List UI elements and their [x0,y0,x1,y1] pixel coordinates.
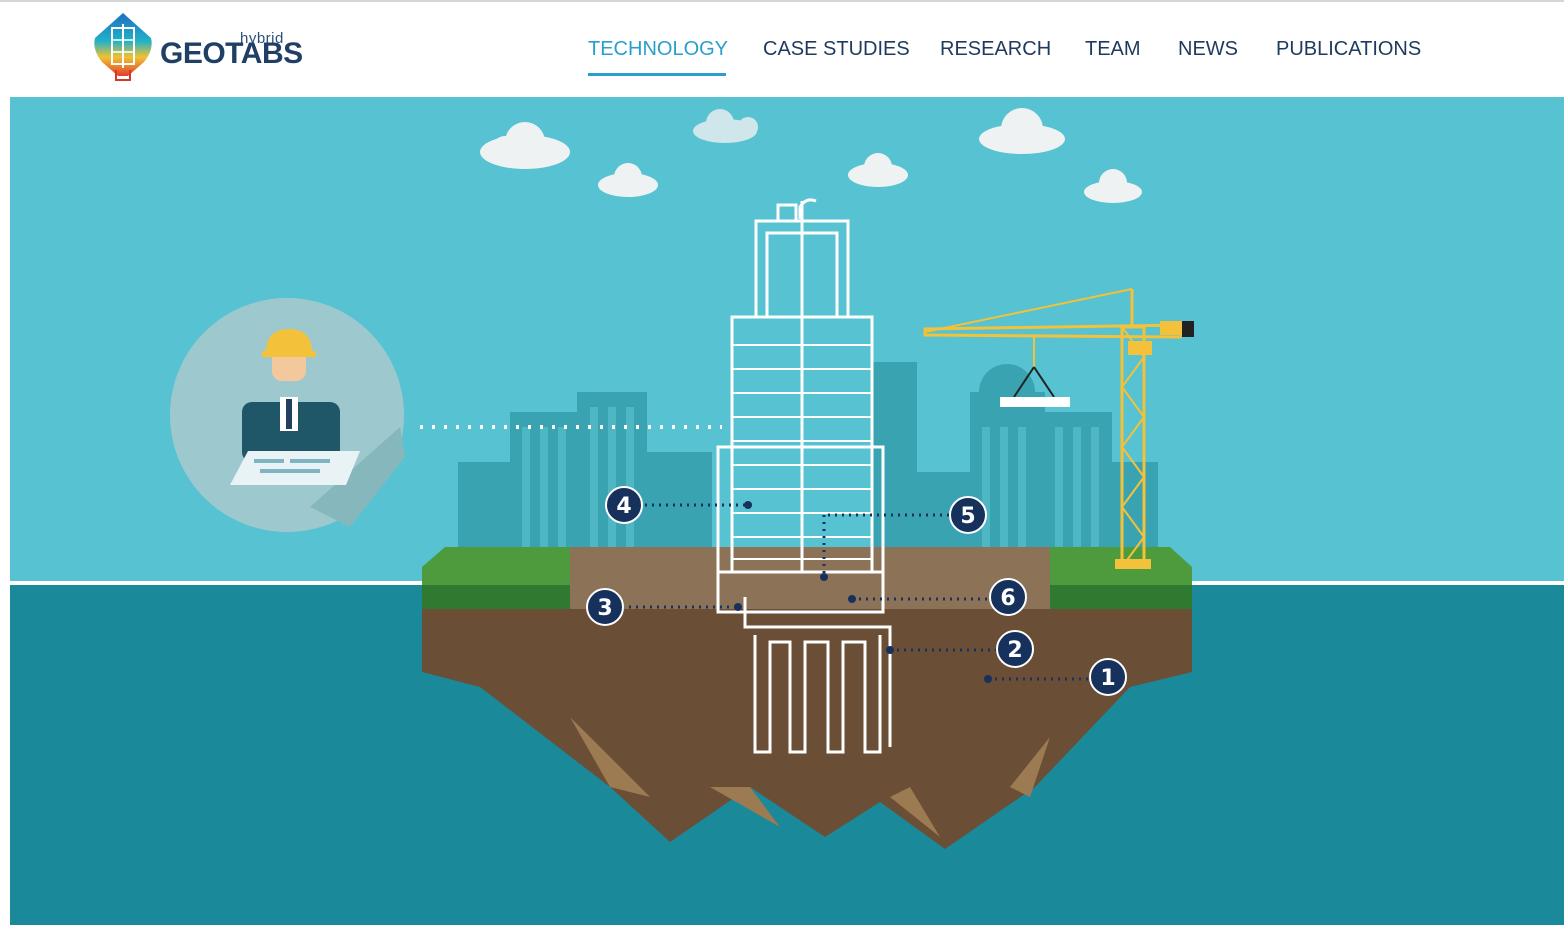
nav-technology[interactable]: TECHNOLOGY [588,38,728,61]
logo-icon [94,13,152,81]
grass-left-edge [422,585,570,609]
nav-research[interactable]: RESEARCH [940,38,1051,61]
hero-illustration: 1 2 3 4 5 6 [10,97,1564,925]
engineer-icon [170,298,405,532]
nav-publications[interactable]: PUBLICATIONS [1276,38,1421,61]
marker-4[interactable]: 4 [605,486,643,524]
marker-6-label: 6 [1000,586,1015,611]
nav-case-studies[interactable]: CASE STUDIES [763,38,910,61]
marker-1[interactable]: 1 [1089,658,1127,696]
marker-3-label: 3 [597,596,612,621]
geotabs-logo[interactable]: hybrid GEOTABS [88,10,308,90]
marker-3[interactable]: 3 [586,588,624,626]
active-nav-underline [588,73,726,76]
marker-2-label: 2 [1007,638,1022,663]
marker-2[interactable]: 2 [996,630,1034,668]
site-header: hybrid GEOTABS TECHNOLOGY CASE STUDIES R… [0,2,1564,97]
marker-4-label: 4 [616,494,631,519]
nav-team[interactable]: TEAM [1085,38,1141,61]
marker-5-label: 5 [960,504,975,529]
marker-5[interactable]: 5 [949,496,987,534]
geotabs-scene: 1 2 3 4 5 6 [10,97,1564,925]
logo-wordmark: GEOTABS [160,37,303,70]
marker-6[interactable]: 6 [989,578,1027,616]
grass-right-edge [1050,585,1192,609]
nav-news[interactable]: NEWS [1178,38,1238,61]
marker-1-label: 1 [1100,666,1115,691]
